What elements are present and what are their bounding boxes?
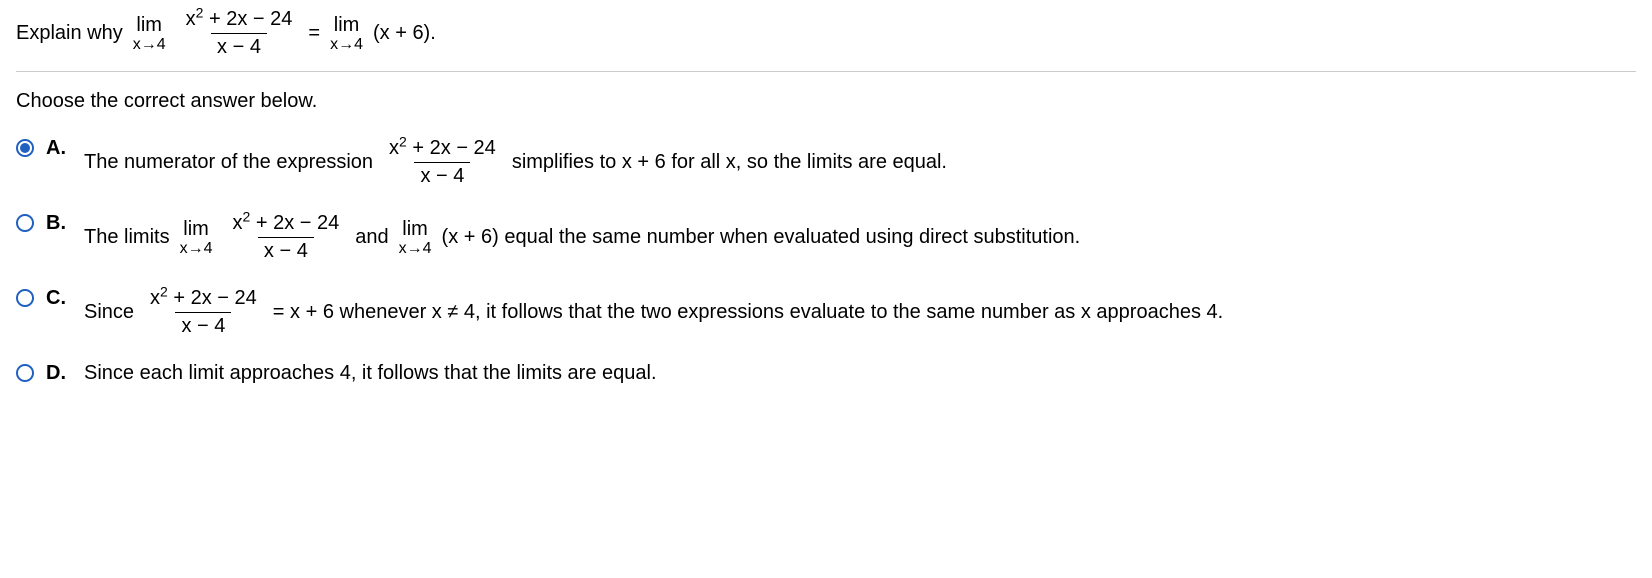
choice-C-fraction: x2 + 2x − 24 x − 4 <box>146 287 261 338</box>
choice-C-body: Since x2 + 2x − 24 x − 4 = x + 6 wheneve… <box>84 287 1636 338</box>
radio-D[interactable] <box>16 364 34 382</box>
choice-C[interactable]: C. Since x2 + 2x − 24 x − 4 = x + 6 when… <box>16 287 1636 338</box>
answer-choices: A. The numerator of the expression x2 + … <box>16 137 1636 385</box>
limit-symbol-2: lim x→4 <box>330 15 363 53</box>
choice-D-label: D. <box>46 362 72 385</box>
choice-D-body: Since each limit approaches 4, it follow… <box>84 362 1636 385</box>
fraction-denominator: x − 4 <box>211 33 267 59</box>
radio-B[interactable] <box>16 214 34 232</box>
question-prompt: Explain why lim x→4 x2 + 2x − 24 x − 4 =… <box>16 8 1636 72</box>
choice-C-label: C. <box>46 287 72 310</box>
choice-B-limit-1: lim x→4 <box>180 219 213 257</box>
choice-A[interactable]: A. The numerator of the expression x2 + … <box>16 137 1636 188</box>
prompt-rhs: (x + 6). <box>373 22 436 45</box>
radio-C[interactable] <box>16 289 34 307</box>
instruction-text: Choose the correct answer below. <box>16 90 1636 113</box>
radio-A[interactable] <box>16 139 34 157</box>
choice-A-body: The numerator of the expression x2 + 2x … <box>84 137 1636 188</box>
choice-B-body: The limits lim x→4 x2 + 2x − 24 x − 4 an… <box>84 212 1636 263</box>
prompt-pre: Explain why <box>16 22 123 45</box>
choice-D[interactable]: D. Since each limit approaches 4, it fol… <box>16 362 1636 385</box>
equals-sign: = <box>308 22 320 45</box>
choice-A-fraction: x2 + 2x − 24 x − 4 <box>385 137 500 188</box>
choice-B[interactable]: B. The limits lim x→4 x2 + 2x − 24 x − 4… <box>16 212 1636 263</box>
choice-B-label: B. <box>46 212 72 235</box>
choice-A-label: A. <box>46 137 72 160</box>
choice-B-limit-2: lim x→4 <box>399 219 432 257</box>
fraction-numerator: x2 + 2x − 24 <box>182 8 297 33</box>
limit-symbol-1: lim x→4 <box>133 15 166 53</box>
choice-B-fraction: x2 + 2x − 24 x − 4 <box>228 212 343 263</box>
fraction-main: x2 + 2x − 24 x − 4 <box>182 8 297 59</box>
